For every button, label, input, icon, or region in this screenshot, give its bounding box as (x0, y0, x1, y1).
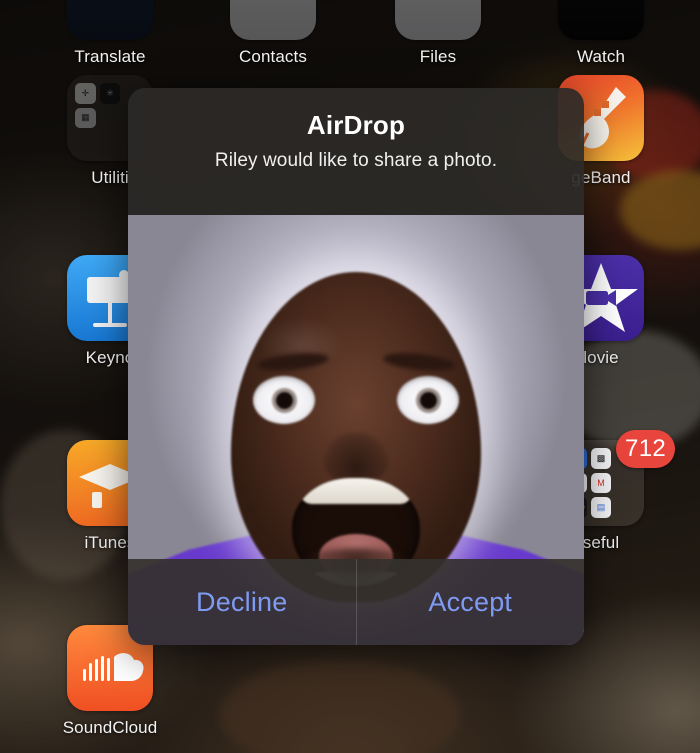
dialog-title: AirDrop (306, 110, 406, 140)
clock-icon: ✳ (99, 83, 121, 104)
calculator-icon: ▦ (75, 107, 96, 129)
app-translate[interactable]: Translate (44, 0, 176, 67)
contacts-app-icon (230, 0, 316, 40)
app-watch[interactable]: Watch (535, 0, 667, 67)
app-label: Files (419, 47, 457, 66)
app-contacts[interactable]: Contacts (207, 0, 339, 67)
iphone-home-screen: Translate Contacts Files Watch ✛ ✳ ▦ Uti… (0, 0, 700, 753)
airdrop-dialog: AirDrop Riley would like to share a phot… (128, 88, 584, 645)
dialog-header: AirDrop Riley would like to share a phot… (128, 88, 584, 184)
app-label: Watch (576, 47, 626, 66)
translate-app-icon (67, 0, 153, 40)
compass-icon: ✛ (75, 83, 96, 104)
watch-app-icon (558, 0, 644, 40)
qr-icon: ▩ (590, 448, 612, 469)
gmail-icon: M (590, 472, 612, 494)
app-label: Contacts (239, 47, 307, 66)
notification-badge: 712 (616, 430, 675, 468)
dialog-actions: Decline Accept (128, 559, 584, 645)
app-files[interactable]: Files (372, 0, 504, 67)
accept-button[interactable]: Accept (357, 559, 585, 645)
decline-button[interactable]: Decline (128, 559, 356, 645)
dialog-subtitle: Riley would like to share a photo. (214, 150, 498, 171)
files-app-icon (395, 0, 481, 40)
app-label: SoundCloud (62, 718, 158, 737)
app-label: Translate (74, 47, 146, 66)
docs-icon: ▤ (590, 497, 612, 518)
